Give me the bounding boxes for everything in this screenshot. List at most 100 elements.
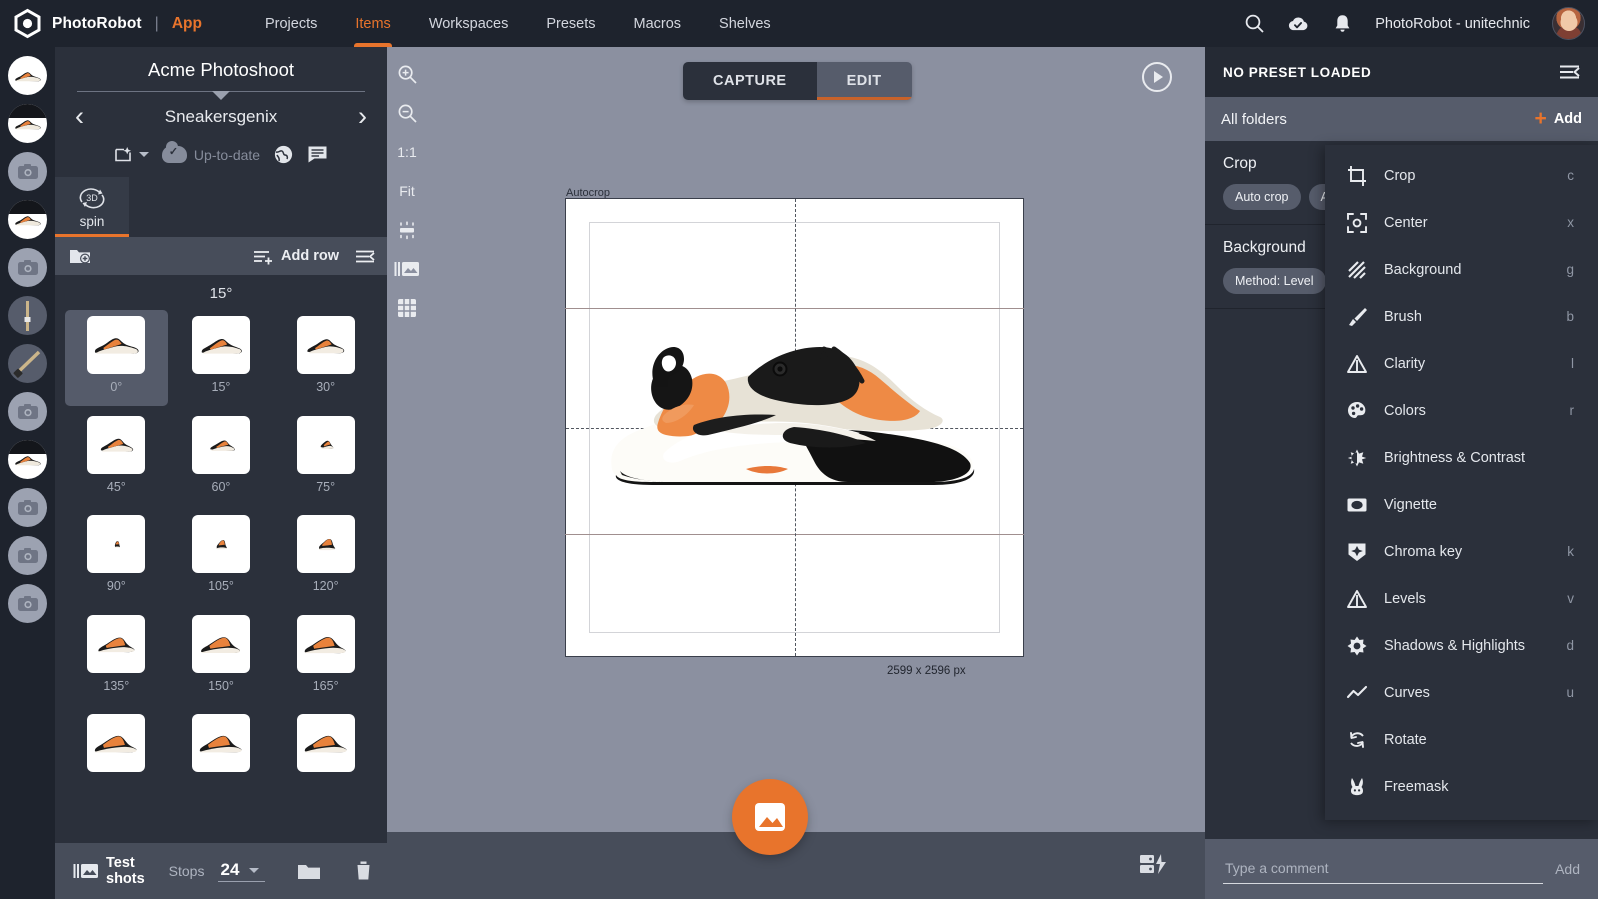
thumbnail-cell[interactable] [170, 708, 273, 790]
tab-3d-spin[interactable]: 3D spin [55, 177, 129, 237]
tab-edit[interactable]: EDIT [816, 62, 912, 100]
thumbnail-cell[interactable]: 75° [274, 410, 377, 506]
thumbnail-cell[interactable]: 0° [65, 310, 168, 406]
nav-item-projects[interactable]: Projects [246, 0, 336, 47]
chip-method-level[interactable]: Method: Level [1223, 268, 1326, 294]
rail-item-camera[interactable] [8, 248, 47, 287]
thumbnail-image[interactable] [296, 415, 355, 474]
capture-settings-icon[interactable] [1139, 853, 1167, 875]
menu-item-background[interactable]: Background g [1325, 246, 1598, 293]
thumbnail-cell[interactable]: 45° [65, 410, 168, 506]
nav-item-workspaces[interactable]: Workspaces [410, 0, 528, 47]
rail-item-camera[interactable] [8, 536, 47, 575]
all-folders-label[interactable]: All folders [1221, 111, 1287, 128]
brand[interactable]: PhotoRobot | App [0, 8, 202, 39]
menu-item-chroma-key[interactable]: Chroma key k [1325, 528, 1598, 575]
thumbnail-cell[interactable]: 30° [274, 310, 377, 406]
zoom-fit-button[interactable]: Fit [391, 178, 423, 204]
collapse-panel-icon[interactable] [1558, 64, 1580, 80]
capture-button[interactable] [732, 779, 808, 855]
menu-item-brightness-contrast[interactable]: Brightness & Contrast [1325, 434, 1598, 481]
thumbnail-cell[interactable] [274, 708, 377, 790]
avatar[interactable] [1552, 7, 1585, 40]
comment-icon[interactable] [307, 145, 328, 164]
zoom-in-icon[interactable] [391, 61, 423, 87]
menu-item-rotate[interactable]: Rotate [1325, 716, 1598, 763]
chevron-right-icon[interactable]: › [358, 103, 367, 130]
menu-item-colors[interactable]: Colors r [1325, 387, 1598, 434]
menu-item-curves[interactable]: Curves u [1325, 669, 1598, 716]
menu-item-crop[interactable]: Crop c [1325, 152, 1598, 199]
chevron-down-icon[interactable] [138, 152, 149, 157]
rail-item-camera[interactable] [8, 488, 47, 527]
thumbnail-cell[interactable]: 120° [274, 509, 377, 605]
play-button-icon[interactable] [1142, 62, 1172, 92]
zoom-actual-size-button[interactable]: 1:1 [391, 139, 423, 165]
trash-icon[interactable] [355, 861, 372, 881]
menu-item-freemask[interactable]: Freemask [1325, 763, 1598, 810]
thumbnail-image[interactable] [87, 614, 146, 673]
thumbnail-image[interactable] [296, 614, 355, 673]
add-row-button[interactable]: Add row [253, 248, 339, 265]
globe-icon[interactable] [273, 144, 294, 165]
chip-auto-crop[interactable]: Auto crop [1223, 184, 1301, 210]
nav-item-presets[interactable]: Presets [527, 0, 614, 47]
thumbnail-image[interactable] [191, 614, 250, 673]
collapse-icon[interactable] [355, 249, 375, 264]
rail-item-shoe-dark[interactable] [8, 200, 47, 239]
thumbnail-image[interactable] [87, 714, 146, 773]
chevron-down-icon[interactable] [212, 91, 230, 100]
folder-icon[interactable] [297, 862, 321, 881]
thumbnail-image[interactable] [87, 415, 146, 474]
add-folder-icon[interactable] [69, 247, 91, 265]
comment-input[interactable] [1223, 854, 1544, 884]
thumbnail-cell[interactable]: 165° [274, 609, 377, 705]
thumbnail-image[interactable] [191, 714, 250, 773]
menu-item-vignette[interactable]: Vignette [1325, 481, 1598, 528]
menu-item-brush[interactable]: Brush b [1325, 293, 1598, 340]
search-icon[interactable] [1243, 13, 1265, 35]
thumbnail-cell[interactable]: 150° [170, 609, 273, 705]
zoom-out-icon[interactable] [391, 100, 423, 126]
add-preset-button[interactable]: + Add [1535, 108, 1582, 129]
thumbnail-image[interactable] [296, 714, 355, 773]
thumbnail-image[interactable] [191, 316, 250, 374]
image-canvas[interactable] [565, 198, 1024, 657]
rail-item-camera[interactable] [8, 152, 47, 191]
thumbnail-image[interactable] [296, 515, 355, 574]
exposure-icon[interactable] [391, 217, 423, 243]
thumbnail-image[interactable] [296, 316, 355, 374]
thumbnail-image[interactable] [87, 515, 146, 574]
add-comment-button[interactable]: Add [1555, 861, 1580, 877]
menu-item-levels[interactable]: Levels v [1325, 575, 1598, 622]
thumbnail-cell[interactable]: 135° [65, 609, 168, 705]
thumbnail-cell[interactable]: 105° [170, 509, 273, 605]
menu-item-clarity[interactable]: Clarity l [1325, 340, 1598, 387]
thumbnail-cell[interactable]: 90° [65, 509, 168, 605]
rail-item-light-vertical[interactable] [8, 296, 47, 335]
nav-item-macros[interactable]: Macros [615, 0, 701, 47]
cloud-check-icon[interactable] [1287, 13, 1309, 35]
rail-item-camera[interactable] [8, 392, 47, 431]
thumbnail-cell[interactable] [65, 708, 168, 790]
compare-icon[interactable] [391, 256, 423, 282]
grid-icon[interactable] [391, 295, 423, 321]
nav-item-shelves[interactable]: Shelves [700, 0, 790, 47]
rail-item-shoe-dark[interactable] [8, 440, 47, 479]
rail-item-light-diagonal[interactable] [8, 344, 47, 383]
thumbnail-cell[interactable]: 60° [170, 410, 273, 506]
rail-item-camera[interactable] [8, 584, 47, 623]
user-account-name[interactable]: PhotoRobot - unitechnic [1375, 16, 1530, 32]
thumbnail-image[interactable] [191, 515, 250, 574]
menu-item-shadows-highlights[interactable]: Shadows & Highlights d [1325, 622, 1598, 669]
bell-icon[interactable] [1331, 13, 1353, 35]
thumbnail-image[interactable] [87, 316, 146, 374]
rail-item-shoe-dark[interactable] [8, 104, 47, 143]
app-label[interactable]: App [172, 15, 202, 33]
rail-item-shoe[interactable] [8, 56, 47, 95]
stops-selector[interactable]: 24 [218, 860, 266, 882]
chevron-left-icon[interactable]: ‹ [75, 103, 84, 130]
tab-capture[interactable]: CAPTURE [683, 62, 817, 100]
thumbnail-cell[interactable]: 15° [170, 310, 273, 406]
thumbnail-image[interactable] [191, 415, 250, 474]
